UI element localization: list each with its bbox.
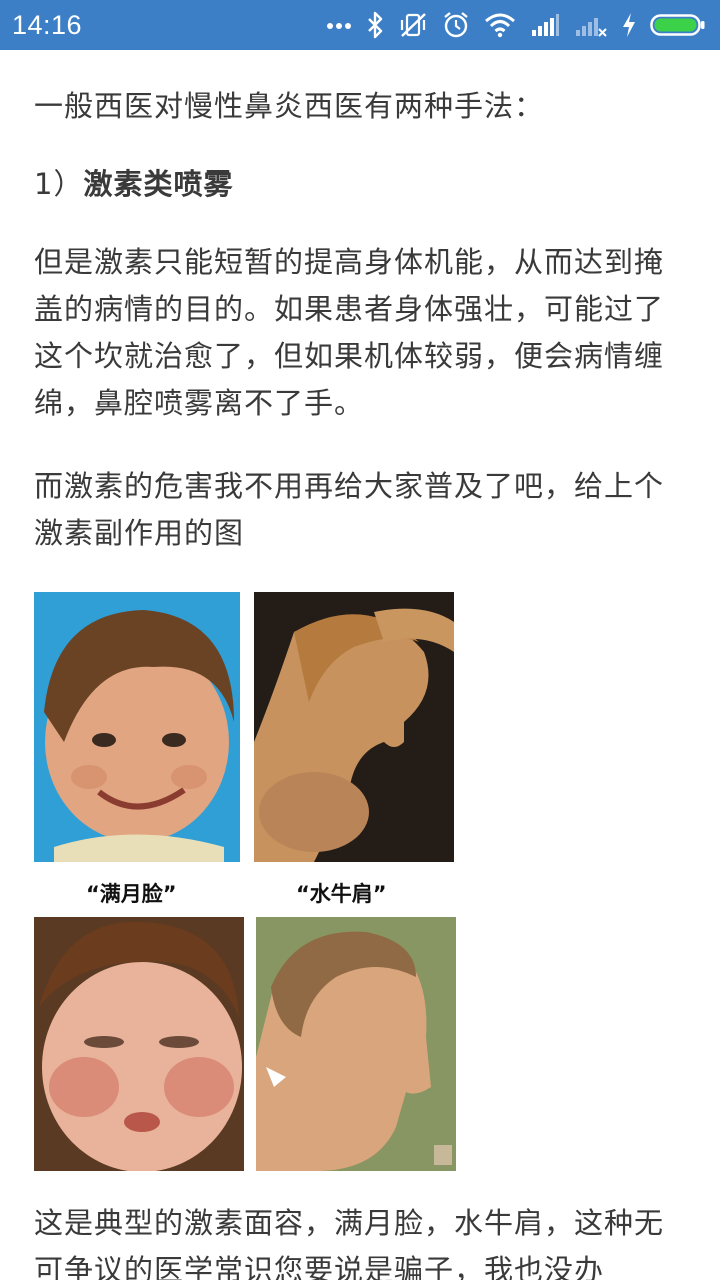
paragraph-conclusion: 这是典型的激素面容，满月脸，水牛肩，这种无可争议的医学常识您要说是骗子，我也没办 xyxy=(34,1206,665,1280)
bluetooth-icon xyxy=(366,11,384,39)
caption-buffalo-hump: “水牛肩” xyxy=(296,882,387,906)
caption-moon-face: “满月脸” xyxy=(86,882,177,906)
signal-icon xyxy=(530,12,560,38)
photo-child-swollen-face xyxy=(34,917,244,1171)
list-number: 1） xyxy=(34,167,84,201)
charging-icon xyxy=(622,12,636,38)
photo-boy-moon-face xyxy=(34,592,240,862)
steroid-side-effects-image[interactable]: “满月脸” “水牛肩” xyxy=(34,590,456,1172)
vibrate-icon xyxy=(398,11,428,39)
paragraph-heading-1: 1）激素类喷雾 xyxy=(34,161,684,208)
paragraph-explanation: 但是激素只能短暂的提高身体机能，从而达到掩盖的病情的目的。如果患者身体强壮，可能… xyxy=(34,245,665,420)
signal-no-sim-icon xyxy=(574,12,608,38)
article-content: 一般西医对慢性鼻炎西医有两种手法： 1）激素类喷雾 但是激素只能短暂的提高身体机… xyxy=(0,50,720,1280)
paragraph-image-intro: 而激素的危害我不用再给大家普及了吧，给上个激素副作用的图 xyxy=(34,469,665,550)
status-bar: 14:16 xyxy=(0,0,720,50)
photo-woman-profile xyxy=(256,917,456,1171)
battery-icon xyxy=(650,12,706,38)
paragraph-intro: 一般西医对慢性鼻炎西医有两种手法： xyxy=(34,89,545,123)
more-dots-icon xyxy=(326,20,352,30)
photo-woman-buffalo-hump xyxy=(254,592,454,862)
list-heading-bold: 激素类喷雾 xyxy=(83,167,234,201)
alarm-icon xyxy=(442,11,470,39)
status-time: 14:16 xyxy=(12,9,83,40)
wifi-icon xyxy=(484,12,516,38)
status-icons xyxy=(326,11,706,39)
